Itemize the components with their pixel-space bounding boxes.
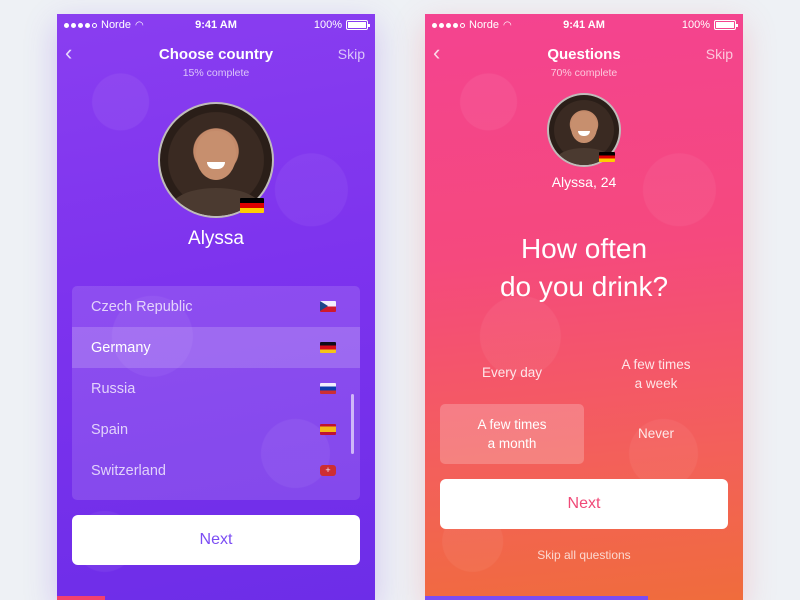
country-name: Germany bbox=[91, 339, 151, 356]
carrier-label: Norde bbox=[469, 19, 499, 31]
country-list[interactable]: Czech Republic Germany Russia Spain Swit… bbox=[72, 286, 360, 500]
list-item[interactable]: Germany bbox=[72, 327, 360, 368]
flag-de-icon bbox=[599, 152, 615, 162]
questions-screen: Norde ◠ 9:41 AM 100% ‹ Questions 70% com… bbox=[425, 14, 743, 600]
answer-label: Every day bbox=[481, 364, 543, 380]
progress-label: 70% complete bbox=[550, 67, 618, 79]
country-name: Czech Republic bbox=[91, 298, 193, 315]
battery-label: 100% bbox=[681, 19, 710, 31]
progress-bar-fill bbox=[57, 596, 105, 600]
battery-icon bbox=[714, 20, 738, 30]
country-name: Russia bbox=[91, 380, 136, 397]
status-bar: Norde ◠ 9:41 AM 100% bbox=[425, 14, 743, 36]
answer-never[interactable]: Never bbox=[597, 422, 715, 444]
country-name: Switzerland bbox=[91, 462, 166, 479]
flag-de-icon bbox=[320, 342, 336, 353]
signal-icon bbox=[432, 22, 465, 28]
country-name: Spain bbox=[91, 421, 129, 438]
battery-label: 100% bbox=[313, 19, 342, 31]
answer-label: A few times bbox=[477, 417, 547, 432]
skip-button[interactable]: Skip bbox=[706, 46, 733, 62]
clock: 9:41 AM bbox=[195, 19, 237, 31]
list-item[interactable]: Switzerland + bbox=[72, 450, 360, 491]
progress-label: 15% complete bbox=[182, 67, 250, 79]
carrier-label: Norde bbox=[101, 19, 131, 31]
skip-button[interactable]: Skip bbox=[338, 46, 365, 62]
back-icon[interactable]: ‹ bbox=[65, 42, 72, 64]
progress-bar-fill bbox=[425, 596, 648, 600]
skip-all-link[interactable]: Skip all questions bbox=[425, 548, 743, 562]
next-button[interactable]: Next bbox=[72, 515, 360, 565]
flag-cz-icon bbox=[320, 301, 336, 312]
profile-name: Alyssa, 24 bbox=[551, 174, 617, 190]
profile-name: Alyssa bbox=[188, 228, 244, 249]
answer-few-times-week[interactable]: A few times a week bbox=[597, 354, 715, 394]
wifi-icon: ◠ bbox=[134, 19, 144, 31]
question-text: How often do you drink? bbox=[425, 230, 743, 306]
progress-bar bbox=[425, 596, 743, 600]
answer-label: a month bbox=[487, 436, 537, 451]
status-bar: Norde ◠ 9:41 AM 100% bbox=[57, 14, 375, 36]
flag-es-icon bbox=[320, 424, 336, 435]
clock: 9:41 AM bbox=[563, 19, 605, 31]
answer-every-day[interactable]: Every day bbox=[455, 361, 569, 383]
answer-few-times-month[interactable]: A few times a month bbox=[440, 404, 584, 464]
back-icon[interactable]: ‹ bbox=[433, 42, 440, 64]
nav-bar: ‹ Choose country 15% complete Skip bbox=[57, 40, 375, 84]
signal-icon bbox=[64, 22, 97, 28]
question-line-2: do you drink? bbox=[499, 271, 669, 302]
answer-label: a week bbox=[634, 376, 678, 391]
answer-label: Never bbox=[637, 425, 674, 441]
list-item[interactable]: Czech Republic bbox=[72, 286, 360, 327]
battery-icon bbox=[346, 20, 370, 30]
question-line-1: How often bbox=[520, 233, 648, 264]
answer-label: A few times bbox=[621, 357, 691, 372]
choose-country-screen: Norde ◠ 9:41 AM 100% ‹ Choose country 15… bbox=[57, 14, 375, 600]
list-item[interactable]: Spain bbox=[72, 409, 360, 450]
page-title: Questions bbox=[547, 46, 621, 63]
next-button[interactable]: Next bbox=[440, 479, 728, 529]
flag-de-icon bbox=[240, 198, 264, 213]
list-item[interactable]: Russia bbox=[72, 368, 360, 409]
flag-ru-icon bbox=[320, 383, 336, 394]
progress-bar bbox=[57, 596, 375, 600]
wifi-icon: ◠ bbox=[502, 19, 512, 31]
list-scrollbar[interactable] bbox=[351, 394, 354, 454]
page-title: Choose country bbox=[158, 46, 274, 63]
flag-ch-icon: + bbox=[320, 465, 336, 476]
nav-bar: ‹ Questions 70% complete Skip bbox=[425, 40, 743, 84]
